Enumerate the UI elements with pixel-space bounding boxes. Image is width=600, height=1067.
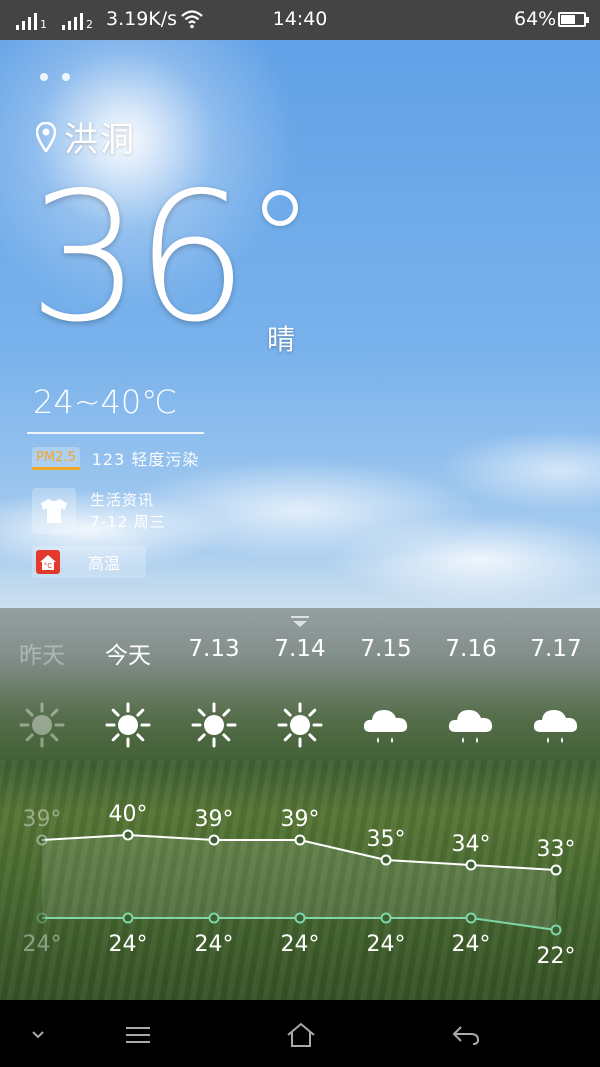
life-info-row[interactable]: 生活资讯 7-12 周三: [32, 488, 166, 534]
heat-alert-row[interactable]: °C 高温: [32, 546, 146, 578]
shirt-icon: [32, 488, 76, 534]
clock: 14:40: [272, 8, 328, 30]
low-temperature-label: 24°: [109, 932, 148, 957]
forecast-day-label: 7.16: [445, 636, 497, 662]
battery-icon: [558, 12, 589, 27]
weather-condition: 晴: [267, 323, 296, 356]
forecast-day-row: 昨天 今天 7.13 7.14 7.15 7.16 7.17: [0, 636, 600, 670]
location-pin-icon: [36, 121, 56, 152]
page-indicator[interactable]: [40, 73, 70, 81]
air-quality-row[interactable]: PM2.5 123 轻度污染: [32, 446, 199, 470]
sun-icon: [17, 700, 67, 750]
low-temperature-label: 24°: [195, 932, 234, 957]
temperature-range: 24~40℃: [33, 383, 178, 421]
forecast-day-label: 7.17: [530, 636, 582, 662]
high-temperature-point: [550, 864, 562, 876]
menu-button[interactable]: [118, 1020, 158, 1050]
hide-nav-button[interactable]: [18, 1020, 58, 1050]
divider: [27, 432, 204, 434]
drag-handle-icon[interactable]: [290, 615, 310, 629]
high-temperature-label: 33°: [537, 837, 576, 862]
forecast-day-label: 7.14: [274, 636, 326, 662]
low-temperature-label: 24°: [367, 932, 406, 957]
high-temperature-label: 34°: [452, 832, 491, 857]
life-info-date: 7-12 周三: [90, 513, 166, 531]
high-temperature-point: [465, 859, 477, 871]
high-temperature-label: 39°: [23, 807, 62, 832]
back-button[interactable]: [446, 1020, 486, 1050]
sun-icon: [103, 700, 153, 750]
low-temperature-label: 22°: [537, 944, 576, 969]
high-temperature-label: 39°: [281, 807, 320, 832]
low-temperature-point: [550, 924, 562, 936]
battery-percent: 64%: [514, 8, 557, 30]
rain-cloud-icon: [446, 700, 496, 750]
svg-text:°C: °C: [44, 562, 53, 570]
page-dot: [62, 73, 70, 81]
page-dot: [40, 73, 48, 81]
rain-cloud-icon: [361, 700, 411, 750]
high-temperature-point: [122, 829, 134, 841]
status-bar: 1 2 3.19K/s 14:40 64%: [0, 0, 600, 40]
high-temperature-point: [208, 834, 220, 846]
sun-icon: [189, 700, 239, 750]
life-info-title: 生活资讯: [90, 491, 155, 509]
low-temperature-point: [380, 912, 392, 924]
low-temperature-point: [36, 912, 48, 924]
chevron-down-icon: [32, 1031, 44, 1039]
current-temperature: 36: [28, 154, 248, 361]
low-temperature-label: 24°: [23, 932, 62, 957]
high-temperature-label: 35°: [367, 827, 406, 852]
low-temperature-label: 24°: [281, 932, 320, 957]
menu-icon: [126, 1027, 150, 1043]
pm25-badge: PM2.5: [32, 446, 80, 470]
heat-alert-label: 高温: [88, 554, 121, 573]
temperature-chart: 39° 24° 40° 24° 39° 24° 39° 24° 35° 24° 34° 24° 33° 2…: [23, 802, 576, 969]
high-temperature-point: [294, 834, 306, 846]
navigation-bar: [0, 1000, 600, 1067]
low-temperature-point: [294, 912, 306, 924]
degree-icon: [262, 190, 298, 226]
forecast-day-label: 7.13: [188, 636, 240, 662]
home-button[interactable]: [281, 1020, 321, 1050]
high-temperature-point: [36, 834, 48, 846]
air-quality-text: 123 轻度污染: [91, 450, 200, 469]
low-temperature-point: [122, 912, 134, 924]
high-temperature-label: 40°: [109, 802, 148, 827]
forecast-icon-row: [0, 700, 600, 760]
low-temperature-point: [208, 912, 220, 924]
sun-icon: [275, 700, 325, 750]
forecast-day-label: 昨天: [19, 643, 65, 669]
high-temperature-label: 39°: [195, 807, 234, 832]
forecast-day-label: 7.15: [360, 636, 412, 662]
high-temperature-point: [380, 854, 392, 866]
forecast-day-label: 今天: [105, 643, 151, 669]
heat-warning-icon: °C: [36, 550, 60, 574]
low-temperature-label: 24°: [452, 932, 491, 957]
back-icon: [452, 1026, 480, 1045]
low-temperature-point: [465, 912, 477, 924]
rain-cloud-icon: [531, 700, 581, 750]
home-icon: [287, 1022, 315, 1047]
